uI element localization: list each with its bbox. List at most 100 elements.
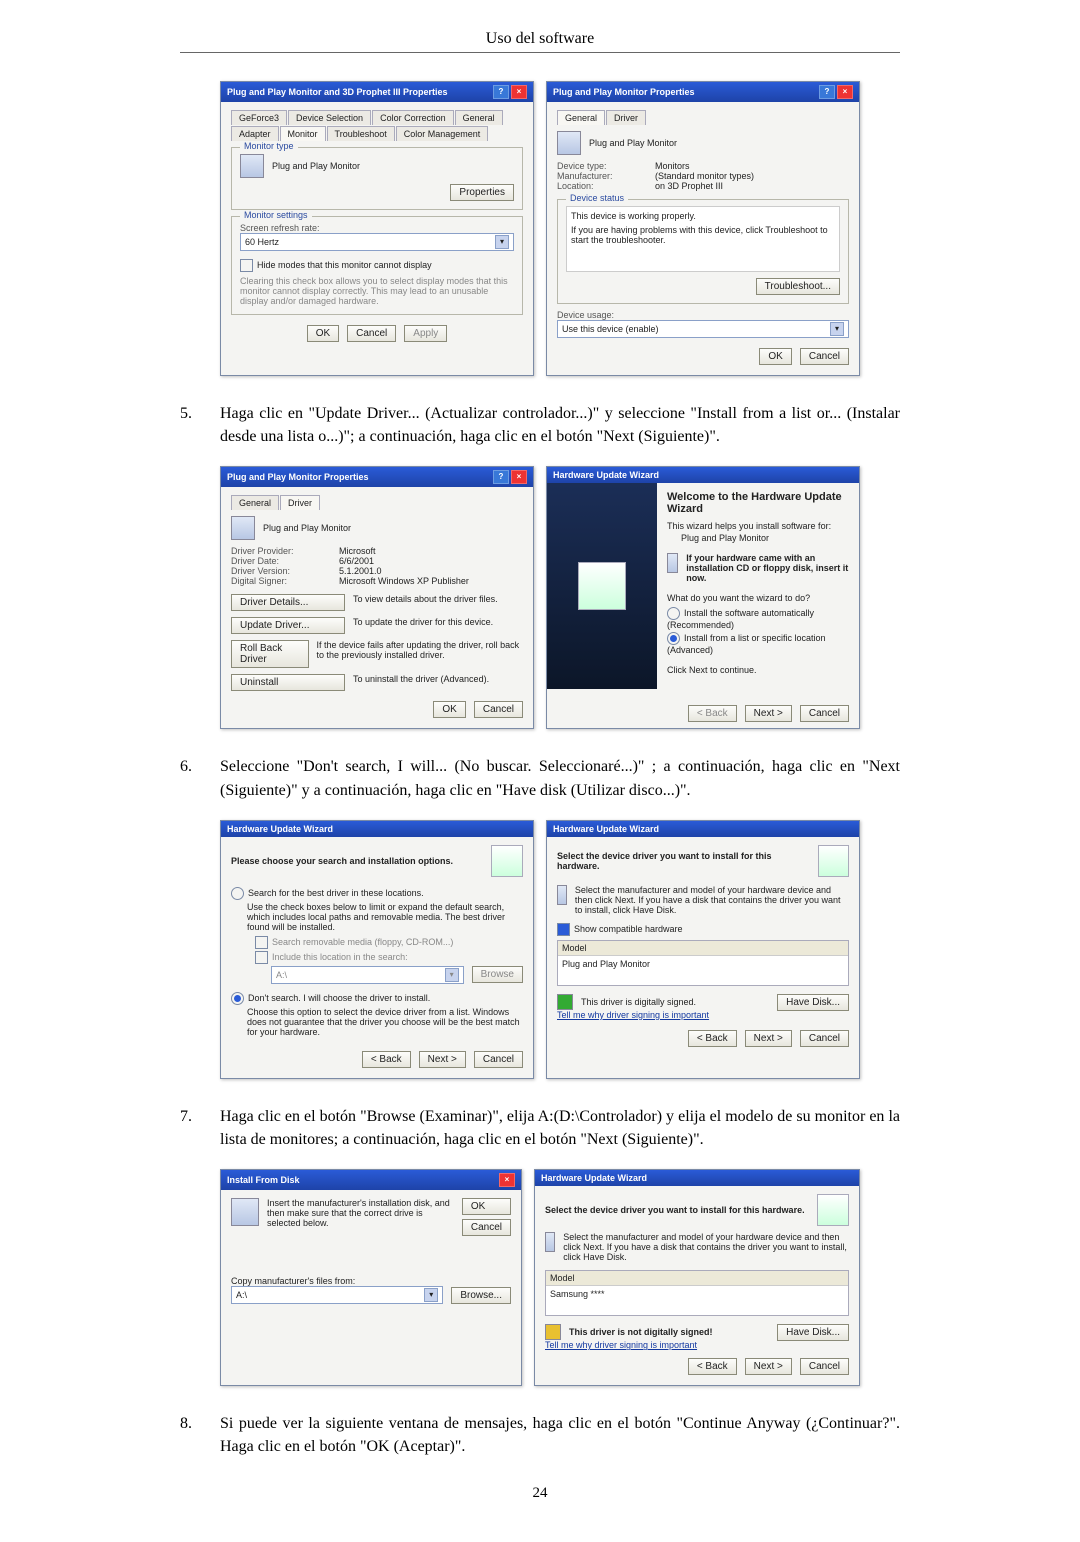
rollback-driver-button[interactable]: Roll Back Driver bbox=[231, 640, 309, 668]
radio-dont-search[interactable] bbox=[231, 992, 244, 1005]
tab-geforce3[interactable]: GeForce3 bbox=[231, 110, 287, 125]
radio-list[interactable] bbox=[667, 632, 680, 645]
model-item[interactable]: Samsung **** bbox=[546, 1286, 848, 1315]
dialog-title: Hardware Update Wizard bbox=[553, 470, 659, 480]
location-path-value: A:\ bbox=[276, 970, 287, 980]
driver-details-desc: To view details about the driver files. bbox=[353, 594, 498, 604]
cancel-button[interactable]: Cancel bbox=[800, 705, 849, 722]
wizard-continue: Click Next to continue. bbox=[667, 665, 849, 675]
close-icon[interactable]: × bbox=[837, 85, 853, 99]
dialog-title: Plug and Play Monitor Properties bbox=[227, 472, 369, 482]
update-driver-button[interactable]: Update Driver... bbox=[231, 617, 345, 634]
ok-button[interactable]: OK bbox=[759, 348, 791, 365]
dialog-select-driver: Hardware Update Wizard Select the device… bbox=[546, 820, 860, 1079]
figure-3: Hardware Update Wizard Please choose you… bbox=[180, 820, 900, 1079]
signing-link[interactable]: Tell me why driver signing is important bbox=[557, 1010, 709, 1020]
chapter-title: Uso del software bbox=[180, 30, 900, 53]
radio-list-label: Install from a list or specific location… bbox=[667, 633, 826, 655]
next-button[interactable]: Next > bbox=[745, 705, 792, 722]
figure-2: Plug and Play Monitor Properties?× Gener… bbox=[180, 466, 900, 729]
dialog-install-from-disk: Install From Disk× Insert the manufactur… bbox=[220, 1169, 522, 1386]
cancel-button[interactable]: Cancel bbox=[474, 701, 523, 718]
cancel-button[interactable]: Cancel bbox=[800, 1030, 849, 1047]
device-usage-select[interactable]: Use this device (enable)▾ bbox=[557, 320, 849, 338]
provider-value: Microsoft bbox=[339, 546, 376, 556]
step-number: 6. bbox=[180, 755, 198, 801]
dialog-driver-tab: Plug and Play Monitor Properties?× Gener… bbox=[220, 466, 534, 729]
tab-color-correction[interactable]: Color Correction bbox=[372, 110, 454, 125]
device-header: Plug and Play Monitor bbox=[589, 138, 677, 148]
model-header: Model bbox=[558, 941, 848, 956]
tab-adapter[interactable]: Adapter bbox=[231, 126, 279, 141]
tab-troubleshoot[interactable]: Troubleshoot bbox=[327, 126, 395, 141]
signed-text: This driver is not digitally signed! bbox=[569, 1327, 713, 1337]
hide-modes-checkbox[interactable] bbox=[240, 259, 253, 272]
show-compat-label: Show compatible hardware bbox=[574, 924, 683, 934]
step-number: 8. bbox=[180, 1412, 198, 1458]
troubleshoot-button[interactable]: Troubleshoot... bbox=[756, 278, 840, 295]
radio-auto[interactable] bbox=[667, 607, 680, 620]
select-sub: Select the manufacturer and model of you… bbox=[575, 885, 849, 915]
close-icon[interactable]: × bbox=[511, 85, 527, 99]
step-text: Haga clic en el botón "Browse (Examinar)… bbox=[220, 1105, 900, 1151]
wizard-helps: This wizard helps you install software f… bbox=[667, 521, 849, 531]
monitor-icon bbox=[231, 516, 255, 540]
checkbox-location bbox=[255, 951, 268, 964]
copy-from-value: A:\ bbox=[236, 1290, 247, 1300]
radio-search[interactable] bbox=[231, 887, 244, 900]
tab-color-mgmt[interactable]: Color Management bbox=[396, 126, 489, 141]
help-icon[interactable]: ? bbox=[819, 85, 835, 99]
signing-link[interactable]: Tell me why driver signing is important bbox=[545, 1340, 713, 1350]
uninstall-button[interactable]: Uninstall bbox=[231, 674, 345, 691]
instruction-5: 5. Haga clic en "Update Driver... (Actua… bbox=[180, 402, 900, 448]
tab-driver[interactable]: Driver bbox=[280, 495, 320, 510]
tab-general[interactable]: General bbox=[231, 495, 279, 510]
tab-general[interactable]: General bbox=[455, 110, 503, 125]
cancel-button[interactable]: Cancel bbox=[474, 1051, 523, 1068]
back-button[interactable]: < Back bbox=[688, 1030, 737, 1047]
next-button[interactable]: Next > bbox=[745, 1030, 792, 1047]
properties-button[interactable]: Properties bbox=[450, 184, 514, 201]
model-item[interactable]: Plug and Play Monitor bbox=[558, 956, 848, 985]
show-compat-checkbox[interactable] bbox=[557, 923, 570, 936]
help-icon[interactable]: ? bbox=[493, 470, 509, 484]
next-button[interactable]: Next > bbox=[745, 1358, 792, 1375]
back-button[interactable]: < Back bbox=[362, 1051, 411, 1068]
driver-details-button[interactable]: Driver Details... bbox=[231, 594, 345, 611]
tab-general[interactable]: General bbox=[557, 110, 605, 125]
model-header: Model bbox=[546, 1271, 848, 1286]
monitor-icon bbox=[545, 1232, 555, 1252]
have-disk-button[interactable]: Have Disk... bbox=[777, 994, 849, 1011]
tab-device-selection[interactable]: Device Selection bbox=[288, 110, 371, 125]
browse-button[interactable]: Browse... bbox=[451, 1287, 511, 1304]
help-icon[interactable]: ? bbox=[493, 85, 509, 99]
chevron-down-icon: ▾ bbox=[445, 968, 459, 982]
back-button[interactable]: < Back bbox=[688, 1358, 737, 1375]
tab-driver[interactable]: Driver bbox=[606, 110, 646, 125]
ok-button[interactable]: OK bbox=[307, 325, 339, 342]
copy-from-select[interactable]: A:\▾ bbox=[231, 1286, 443, 1304]
group-monitor-type: Monitor type bbox=[240, 141, 298, 151]
page-header: Select the device driver you want to ins… bbox=[557, 851, 810, 871]
dont-search-note: Choose this option to select the device … bbox=[247, 1007, 523, 1037]
close-icon[interactable]: × bbox=[499, 1173, 515, 1187]
tab-monitor[interactable]: Monitor bbox=[280, 126, 326, 141]
cancel-button[interactable]: Cancel bbox=[347, 325, 396, 342]
have-disk-button[interactable]: Have Disk... bbox=[777, 1324, 849, 1341]
ok-button[interactable]: OK bbox=[462, 1198, 511, 1215]
hide-modes-label: Hide modes that this monitor cannot disp… bbox=[257, 260, 432, 270]
cancel-button[interactable]: Cancel bbox=[462, 1219, 511, 1236]
devtype-label: Device type: bbox=[557, 161, 647, 171]
update-driver-desc: To update the driver for this device. bbox=[353, 617, 493, 627]
date-value: 6/6/2001 bbox=[339, 556, 374, 566]
status-line-1: This device is working properly. bbox=[571, 211, 835, 221]
ok-button[interactable]: OK bbox=[433, 701, 465, 718]
dialog-display-properties: Plug and Play Monitor and 3D Prophet III… bbox=[220, 81, 534, 376]
cancel-button[interactable]: Cancel bbox=[800, 348, 849, 365]
close-icon[interactable]: × bbox=[511, 470, 527, 484]
cancel-button[interactable]: Cancel bbox=[800, 1358, 849, 1375]
warning-icon bbox=[545, 1324, 561, 1340]
manufacturer-label: Manufacturer: bbox=[557, 171, 647, 181]
refresh-rate-select[interactable]: 60 Hertz▾ bbox=[240, 233, 514, 251]
next-button[interactable]: Next > bbox=[419, 1051, 466, 1068]
